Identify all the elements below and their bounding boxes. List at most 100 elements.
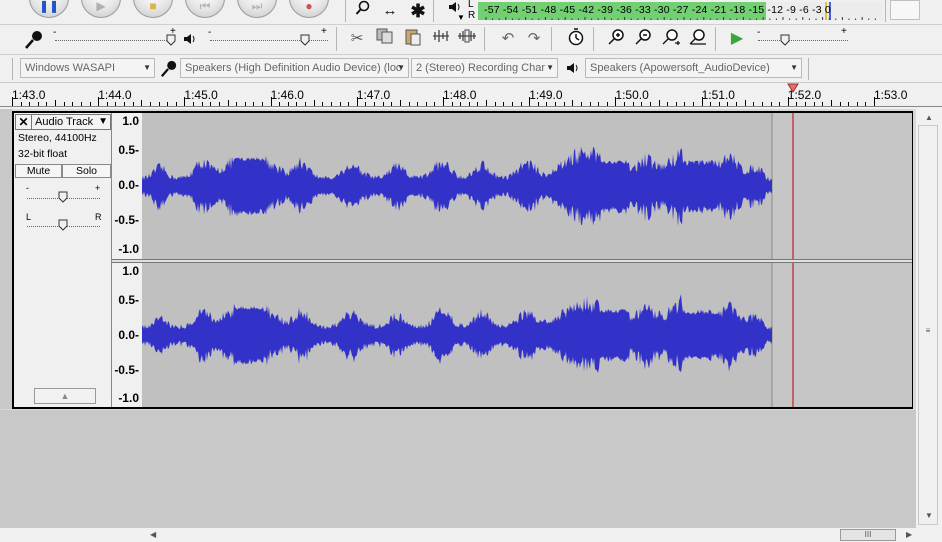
scroll-up-icon[interactable]: ▲ bbox=[916, 113, 942, 122]
skip-to-end-button[interactable]: ⏭ bbox=[237, 0, 277, 18]
vertical-scrollbar[interactable]: ▲ ≡ ▼ bbox=[916, 109, 942, 528]
play-speed-slider[interactable] bbox=[758, 40, 848, 41]
vruler-label: 1.0 bbox=[122, 264, 139, 278]
redo-icon[interactable]: ↷ bbox=[523, 28, 545, 50]
recording-device-value: Speakers (High Definition Audio Device) … bbox=[185, 62, 403, 74]
ruler-tick bbox=[701, 97, 703, 106]
playback-volume-max: + bbox=[321, 26, 327, 37]
scissors-icon[interactable]: ✂ bbox=[346, 28, 368, 50]
empty-track-area[interactable] bbox=[0, 410, 916, 528]
divider bbox=[715, 27, 716, 51]
recording-device-dropdown[interactable]: Speakers (High Definition Audio Device) … bbox=[180, 58, 409, 78]
horizontal-scroll-thumb[interactable]: III bbox=[840, 529, 896, 541]
pan-left-label: L bbox=[26, 212, 32, 222]
gain-max-label: + bbox=[95, 183, 101, 193]
ruler-time-label: 1:43.0 bbox=[12, 88, 46, 102]
vruler-label: -0.5- bbox=[114, 213, 139, 227]
playback-volume-slider[interactable] bbox=[210, 40, 328, 41]
zoom-out-icon[interactable] bbox=[633, 28, 655, 50]
recording-volume-thumb[interactable] bbox=[166, 34, 176, 46]
waveform-left-channel[interactable] bbox=[142, 113, 912, 259]
ruler-time-label: 1:49.0 bbox=[529, 88, 563, 102]
playback-volume-thumb[interactable] bbox=[300, 34, 310, 46]
track-header[interactable]: ✕ Audio Track ▼ bbox=[15, 114, 111, 130]
audio-host-value: Windows WASAPI bbox=[25, 62, 116, 74]
vruler-label: 0.5- bbox=[118, 293, 139, 307]
meter-tick-labels: -57 -54 -51 -48 -45 -42 -39 -36 -33 -30 … bbox=[484, 4, 831, 16]
ruler-time-label: 1:45.0 bbox=[184, 88, 218, 102]
audio-host-dropdown[interactable]: Windows WASAPI ▼ bbox=[20, 58, 155, 78]
scroll-down-icon[interactable]: ▼ bbox=[916, 511, 942, 520]
gain-slider-thumb[interactable] bbox=[58, 191, 68, 203]
vruler-label: 1.0 bbox=[122, 114, 139, 128]
playback-meter[interactable]: -57 -54 -51 -48 -45 -42 -39 -36 -33 -30 … bbox=[478, 2, 883, 20]
ruler-time-label: 1:46.0 bbox=[270, 88, 304, 102]
track-menu-arrow-icon[interactable]: ▼ bbox=[98, 115, 108, 129]
zoom-tool-icon[interactable] bbox=[352, 0, 374, 22]
meter-l-label: L bbox=[468, 0, 474, 10]
vruler-label: 0.0- bbox=[118, 328, 139, 342]
vertical-ruler-right-channel: 1.0 0.5- 0.0- -0.5- -1.0 bbox=[112, 263, 142, 407]
ruler-tick bbox=[98, 97, 100, 106]
stop-button[interactable]: ■ bbox=[133, 0, 173, 18]
vertical-scroll-thumb[interactable]: ≡ bbox=[918, 125, 938, 525]
audio-track[interactable]: ✕ Audio Track ▼ Stereo, 44100Hz 32-bit f… bbox=[12, 111, 913, 409]
scroll-grip-icon: ≡ bbox=[925, 326, 931, 335]
recording-channels-dropdown[interactable]: 2 (Stereo) Recording Char ▼ bbox=[411, 58, 558, 78]
vruler-label: -1.0 bbox=[118, 242, 139, 256]
fit-project-icon[interactable] bbox=[687, 28, 709, 50]
chevron-down-icon: ▼ bbox=[397, 63, 405, 72]
microphone-icon bbox=[24, 30, 44, 53]
divider bbox=[551, 27, 552, 51]
playback-device-icon bbox=[566, 62, 580, 77]
record-button[interactable]: ● bbox=[289, 0, 329, 18]
zoom-in-icon[interactable] bbox=[606, 28, 628, 50]
chevron-down-icon: ▼ bbox=[546, 63, 554, 72]
pause-button[interactable]: ❚❚ bbox=[29, 0, 69, 18]
playback-device-dropdown[interactable]: Speakers (Apowersoft_AudioDevice) ▼ bbox=[585, 58, 802, 78]
mute-button[interactable]: Mute bbox=[15, 164, 62, 178]
copy-icon[interactable] bbox=[374, 28, 396, 50]
stop-icon: ■ bbox=[149, 0, 157, 13]
meter-r-label: R bbox=[468, 10, 476, 21]
skip-to-start-button[interactable]: ⏮ bbox=[185, 0, 225, 18]
playback-device-value: Speakers (Apowersoft_AudioDevice) bbox=[590, 62, 770, 74]
ruler-tick bbox=[529, 97, 531, 106]
paste-icon[interactable] bbox=[402, 28, 424, 50]
ruler-tick bbox=[615, 97, 617, 106]
meter-menu-arrow-icon[interactable]: ▼ bbox=[457, 13, 465, 22]
multi-tool-icon[interactable]: ✱ bbox=[407, 0, 429, 22]
collapse-track-button[interactable]: ▲ bbox=[34, 388, 96, 404]
divider bbox=[336, 27, 337, 51]
scroll-grip-icon: III bbox=[864, 530, 872, 539]
trim-icon[interactable] bbox=[430, 28, 452, 50]
close-track-icon[interactable]: ✕ bbox=[16, 115, 32, 129]
meter-tick-marks bbox=[485, 17, 876, 20]
undo-icon[interactable]: ↶ bbox=[497, 28, 519, 50]
recording-volume-slider[interactable] bbox=[55, 40, 175, 41]
scroll-left-icon[interactable]: ◀ bbox=[150, 528, 156, 542]
solo-button[interactable]: Solo bbox=[62, 164, 111, 178]
playhead-marker-icon[interactable] bbox=[787, 83, 799, 96]
play-at-speed-icon[interactable]: ▶ bbox=[726, 28, 748, 50]
track-name[interactable]: Audio Track bbox=[35, 115, 93, 129]
speed-max: + bbox=[841, 26, 847, 37]
ruler-tick bbox=[874, 97, 875, 106]
timeline-ruler[interactable]: 1:43.0 1:44.0 1:45.0 1:46.0 1:47.0 1:48.0 1:49… bbox=[0, 82, 942, 109]
horizontal-scrollbar[interactable]: ◀ III ▶ bbox=[0, 528, 942, 542]
play-speed-thumb[interactable] bbox=[780, 34, 790, 46]
silence-icon[interactable] bbox=[456, 28, 478, 50]
recording-meter-stub[interactable] bbox=[890, 0, 920, 20]
vruler-label: -1.0 bbox=[118, 391, 139, 405]
recording-channels-value: 2 (Stereo) Recording Char bbox=[416, 62, 546, 74]
skip-end-icon: ⏭ bbox=[251, 0, 263, 13]
play-button[interactable]: ▶ bbox=[81, 0, 121, 18]
fit-selection-icon[interactable] bbox=[660, 28, 682, 50]
scroll-right-icon[interactable]: ▶ bbox=[906, 528, 912, 542]
pan-slider-thumb[interactable] bbox=[58, 219, 68, 231]
edit-toolbar: - + - + ✂ ↶ ↷ ▶ - + bbox=[0, 24, 942, 54]
timeshift-tool-icon[interactable]: ↔ bbox=[379, 0, 401, 22]
waveform-right-channel[interactable] bbox=[142, 263, 912, 407]
divider bbox=[345, 0, 346, 22]
sync-lock-icon[interactable] bbox=[565, 28, 587, 50]
